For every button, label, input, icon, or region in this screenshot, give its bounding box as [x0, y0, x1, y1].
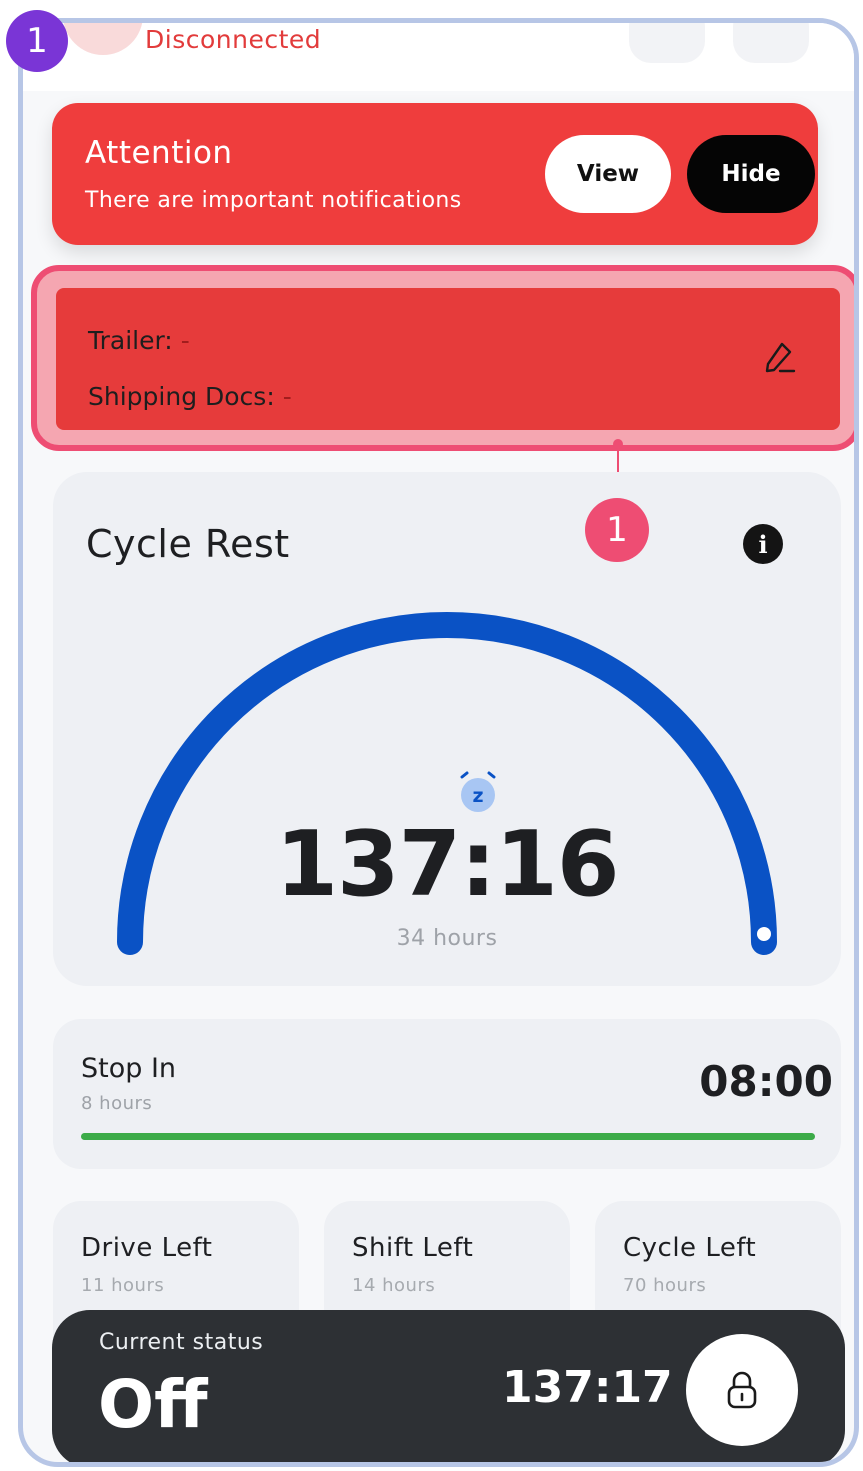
top-bar: Disconnected — [23, 23, 854, 91]
callout-badge: 1 — [585, 498, 649, 562]
avatar[interactable] — [63, 23, 143, 55]
attention-banner: Attention There are important notificati… — [52, 103, 818, 245]
current-status-bar: Current status Off 137:17 — [52, 1310, 845, 1462]
top-action-button[interactable] — [629, 23, 705, 63]
shift-left-label: Shift Left — [352, 1233, 474, 1263]
stop-in-progress-fill — [81, 1133, 815, 1140]
pencil-edit-icon[interactable] — [760, 338, 800, 378]
attention-message: There are important notifications — [85, 188, 462, 213]
top-menu-button[interactable] — [733, 23, 809, 63]
cycle-rest-time: 137:16 — [275, 812, 619, 917]
drive-left-sub: 11 hours — [81, 1275, 165, 1296]
stop-in-label: Stop In — [81, 1053, 177, 1084]
status-timer: 137:17 — [502, 1362, 673, 1413]
trailer-row: Trailer: - — [88, 326, 190, 355]
hide-button[interactable]: Hide — [687, 135, 815, 213]
stop-in-progress — [81, 1133, 815, 1140]
view-button[interactable]: View — [545, 135, 671, 213]
phone-screen: Disconnected Attention There are importa… — [18, 18, 859, 1467]
attention-title: Attention — [85, 135, 233, 171]
lock-icon — [727, 1371, 757, 1409]
shipping-docs-label: Shipping Docs: — [88, 382, 275, 411]
step-badge: 1 — [6, 10, 68, 72]
trailer-docs-card[interactable]: Trailer: - Shipping Docs: - — [56, 288, 840, 430]
connection-status: Disconnected — [145, 25, 322, 54]
trailer-value: - — [180, 326, 190, 355]
lock-button[interactable] — [686, 1334, 798, 1446]
cycle-left-label: Cycle Left — [623, 1233, 757, 1263]
cycle-rest-caption: 34 hours — [396, 926, 498, 951]
stop-in-value: 08:00 — [699, 1057, 833, 1106]
status-value: Off — [98, 1366, 208, 1443]
status-caption: Current status — [99, 1330, 264, 1355]
drive-left-label: Drive Left — [81, 1233, 213, 1263]
shipping-docs-row: Shipping Docs: - — [88, 382, 292, 411]
alarm-snooze-icon: z — [460, 771, 496, 812]
shift-left-sub: 14 hours — [352, 1275, 436, 1296]
cycle-rest-card: Cycle Rest i z 137:16 34 hours — [53, 472, 841, 986]
cycle-left-sub: 70 hours — [623, 1275, 707, 1296]
stop-in-sub: 8 hours — [81, 1093, 153, 1114]
trailer-label: Trailer: — [88, 326, 173, 355]
svg-text:z: z — [472, 785, 483, 807]
shipping-docs-value: - — [282, 382, 292, 411]
stop-in-card: Stop In 8 hours 08:00 — [53, 1019, 841, 1169]
